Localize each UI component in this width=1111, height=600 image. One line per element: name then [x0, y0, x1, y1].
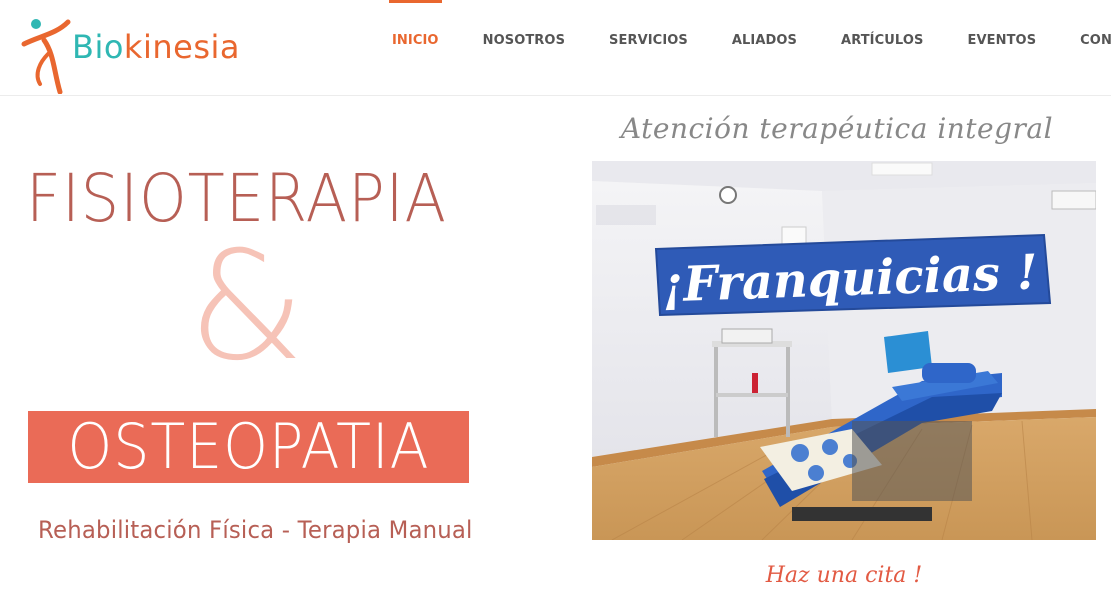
- clinic-photo[interactable]: ¡Franquicias !: [592, 161, 1096, 540]
- tagline: Atención terapéutica integral: [620, 112, 1054, 145]
- site-header: Biokinesia INICIO NOSOTROS SERVICIOS ALI…: [0, 0, 1111, 96]
- nav-item-nosotros[interactable]: NOSOTROS: [483, 0, 565, 82]
- main-nav: INICIO NOSOTROS SERVICIOS ALIADOS ARTÍCU…: [370, 0, 1111, 96]
- nav-item-contacto[interactable]: CONTACTO: [1080, 0, 1111, 82]
- book-appointment-link[interactable]: Haz una cita !: [592, 563, 1096, 588]
- franquicias-banner: ¡Franquicias !: [654, 233, 1052, 317]
- logo-figure-icon: [21, 19, 71, 94]
- clinic-room-illustration: ¡Franquicias !: [592, 161, 1096, 540]
- hero-subtitle: Rehabilitación Física - Terapia Manual: [38, 516, 473, 544]
- nav-item-articulos[interactable]: ARTÍCULOS: [841, 0, 923, 82]
- hero-title-osteopatia: OSTEOPATIA: [67, 410, 430, 483]
- nav-item-aliados[interactable]: ALIADOS: [732, 0, 797, 82]
- nav-item-inicio[interactable]: INICIO: [389, 0, 442, 82]
- nav-item-servicios[interactable]: SERVICIOS: [609, 0, 688, 82]
- logo-wordmark: Biokinesia: [72, 28, 240, 66]
- hero-ampersand: &: [188, 220, 305, 394]
- logo-prefix: Bio: [72, 28, 124, 66]
- nav-item-eventos[interactable]: EVENTOS: [967, 0, 1036, 82]
- hero-osteopatia-box: OSTEOPATIA: [28, 411, 469, 483]
- logo-suffix: kinesia: [123, 28, 240, 66]
- biokinesia-logo[interactable]: Biokinesia: [20, 14, 239, 94]
